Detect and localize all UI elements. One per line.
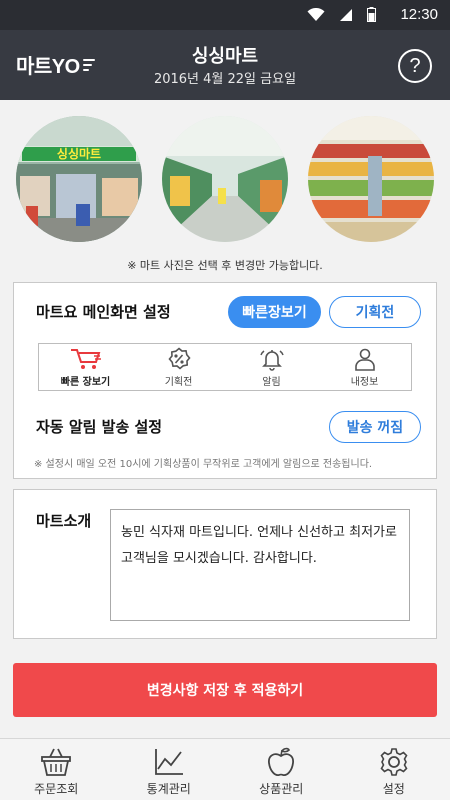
help-icon: ? [409, 54, 421, 77]
save-apply-button[interactable]: 변경사항 저장 후 적용하기 [13, 663, 437, 717]
quick-shopping-button[interactable]: 빠른장보기 [228, 296, 321, 328]
store-photo-produce[interactable] [308, 116, 434, 242]
person-icon [354, 348, 375, 371]
signal-icon [340, 8, 352, 21]
preview-tab-my-info: 내정보 [318, 344, 411, 390]
intro-textarea[interactable]: 농민 식자재 마트입니다. 언제나 신선하고 최저가로 고객님을 모시겠습니다.… [110, 509, 410, 621]
nav-label: 설정 [382, 782, 405, 796]
help-button[interactable]: ? [398, 49, 432, 83]
alarm-note: ※ 설정시 매일 오전 10시에 기획상품이 무작위로 고객에게 알림으로 전송… [34, 459, 373, 470]
intro-label: 마트소개 [36, 512, 92, 530]
preview-tab-label: 알림 [262, 377, 281, 388]
tab-bar-preview: 빠른 장보기 기획전 알림 내정보 [38, 343, 412, 391]
nav-label: 통계관리 [146, 782, 191, 796]
preview-tab-quick-shopping: 빠른 장보기 [39, 344, 132, 390]
chart-icon [154, 749, 183, 775]
nav-label: 상품관리 [259, 782, 304, 796]
intro-card: 마트소개 농민 식자재 마트입니다. 언제나 신선하고 최저가로 고객님을 모시… [13, 489, 437, 639]
preview-tab-label: 내정보 [350, 377, 379, 388]
battery-icon [367, 7, 376, 22]
app-header: 마트YO 싱싱마트 2016년 4월 22일 금요일 ? [0, 30, 450, 100]
nav-statistics[interactable]: 통계관리 [113, 739, 226, 800]
store-photo-exterior[interactable]: 싱싱마트 [16, 116, 142, 242]
store-photo-aisle[interactable] [162, 116, 288, 242]
preview-tab-label: 기획전 [164, 377, 193, 388]
promotion-button[interactable]: 기획전 [329, 296, 421, 328]
cart-icon [70, 349, 101, 369]
alarm-toggle-button[interactable]: 발송 꺼짐 [329, 411, 421, 443]
current-date: 2016년 4월 22일 금요일 [153, 72, 297, 87]
status-bar: 12:30 [0, 0, 450, 30]
preview-tab-label: 빠른 장보기 [60, 377, 111, 388]
store-photos: 싱싱마트 [0, 112, 450, 252]
discount-icon [167, 347, 191, 370]
auto-alarm-setting-label: 자동 알림 발송 설정 [36, 418, 163, 436]
basket-icon [41, 748, 72, 776]
settings-card: 마트요 메인화면 설정 빠른장보기 기획전 빠른 장보기 기획전 알림 내정보 … [13, 282, 437, 479]
nav-settings[interactable]: 설정 [338, 739, 450, 800]
gear-icon [380, 748, 408, 776]
nav-product-management[interactable]: 상품관리 [225, 739, 338, 800]
main-screen-setting-label: 마트요 메인화면 설정 [36, 303, 171, 321]
bottom-nav: 주문조회 통계관리 상품관리 설정 [0, 738, 450, 800]
nav-order-lookup[interactable]: 주문조회 [0, 739, 113, 800]
wifi-icon [307, 7, 325, 21]
nav-label: 주문조회 [34, 782, 79, 796]
store-name: 싱싱마트 [191, 46, 259, 67]
status-time: 12:30 [400, 6, 438, 23]
bell-icon [259, 350, 284, 371]
store-sign-text: 싱싱마트 [57, 146, 101, 161]
apple-icon [268, 747, 295, 776]
photo-note: ※ 마트 사진은 선택 후 변경만 가능합니다. [127, 259, 323, 272]
preview-tab-promotion: 기획전 [132, 344, 225, 390]
preview-tab-alarm: 알림 [225, 344, 318, 390]
